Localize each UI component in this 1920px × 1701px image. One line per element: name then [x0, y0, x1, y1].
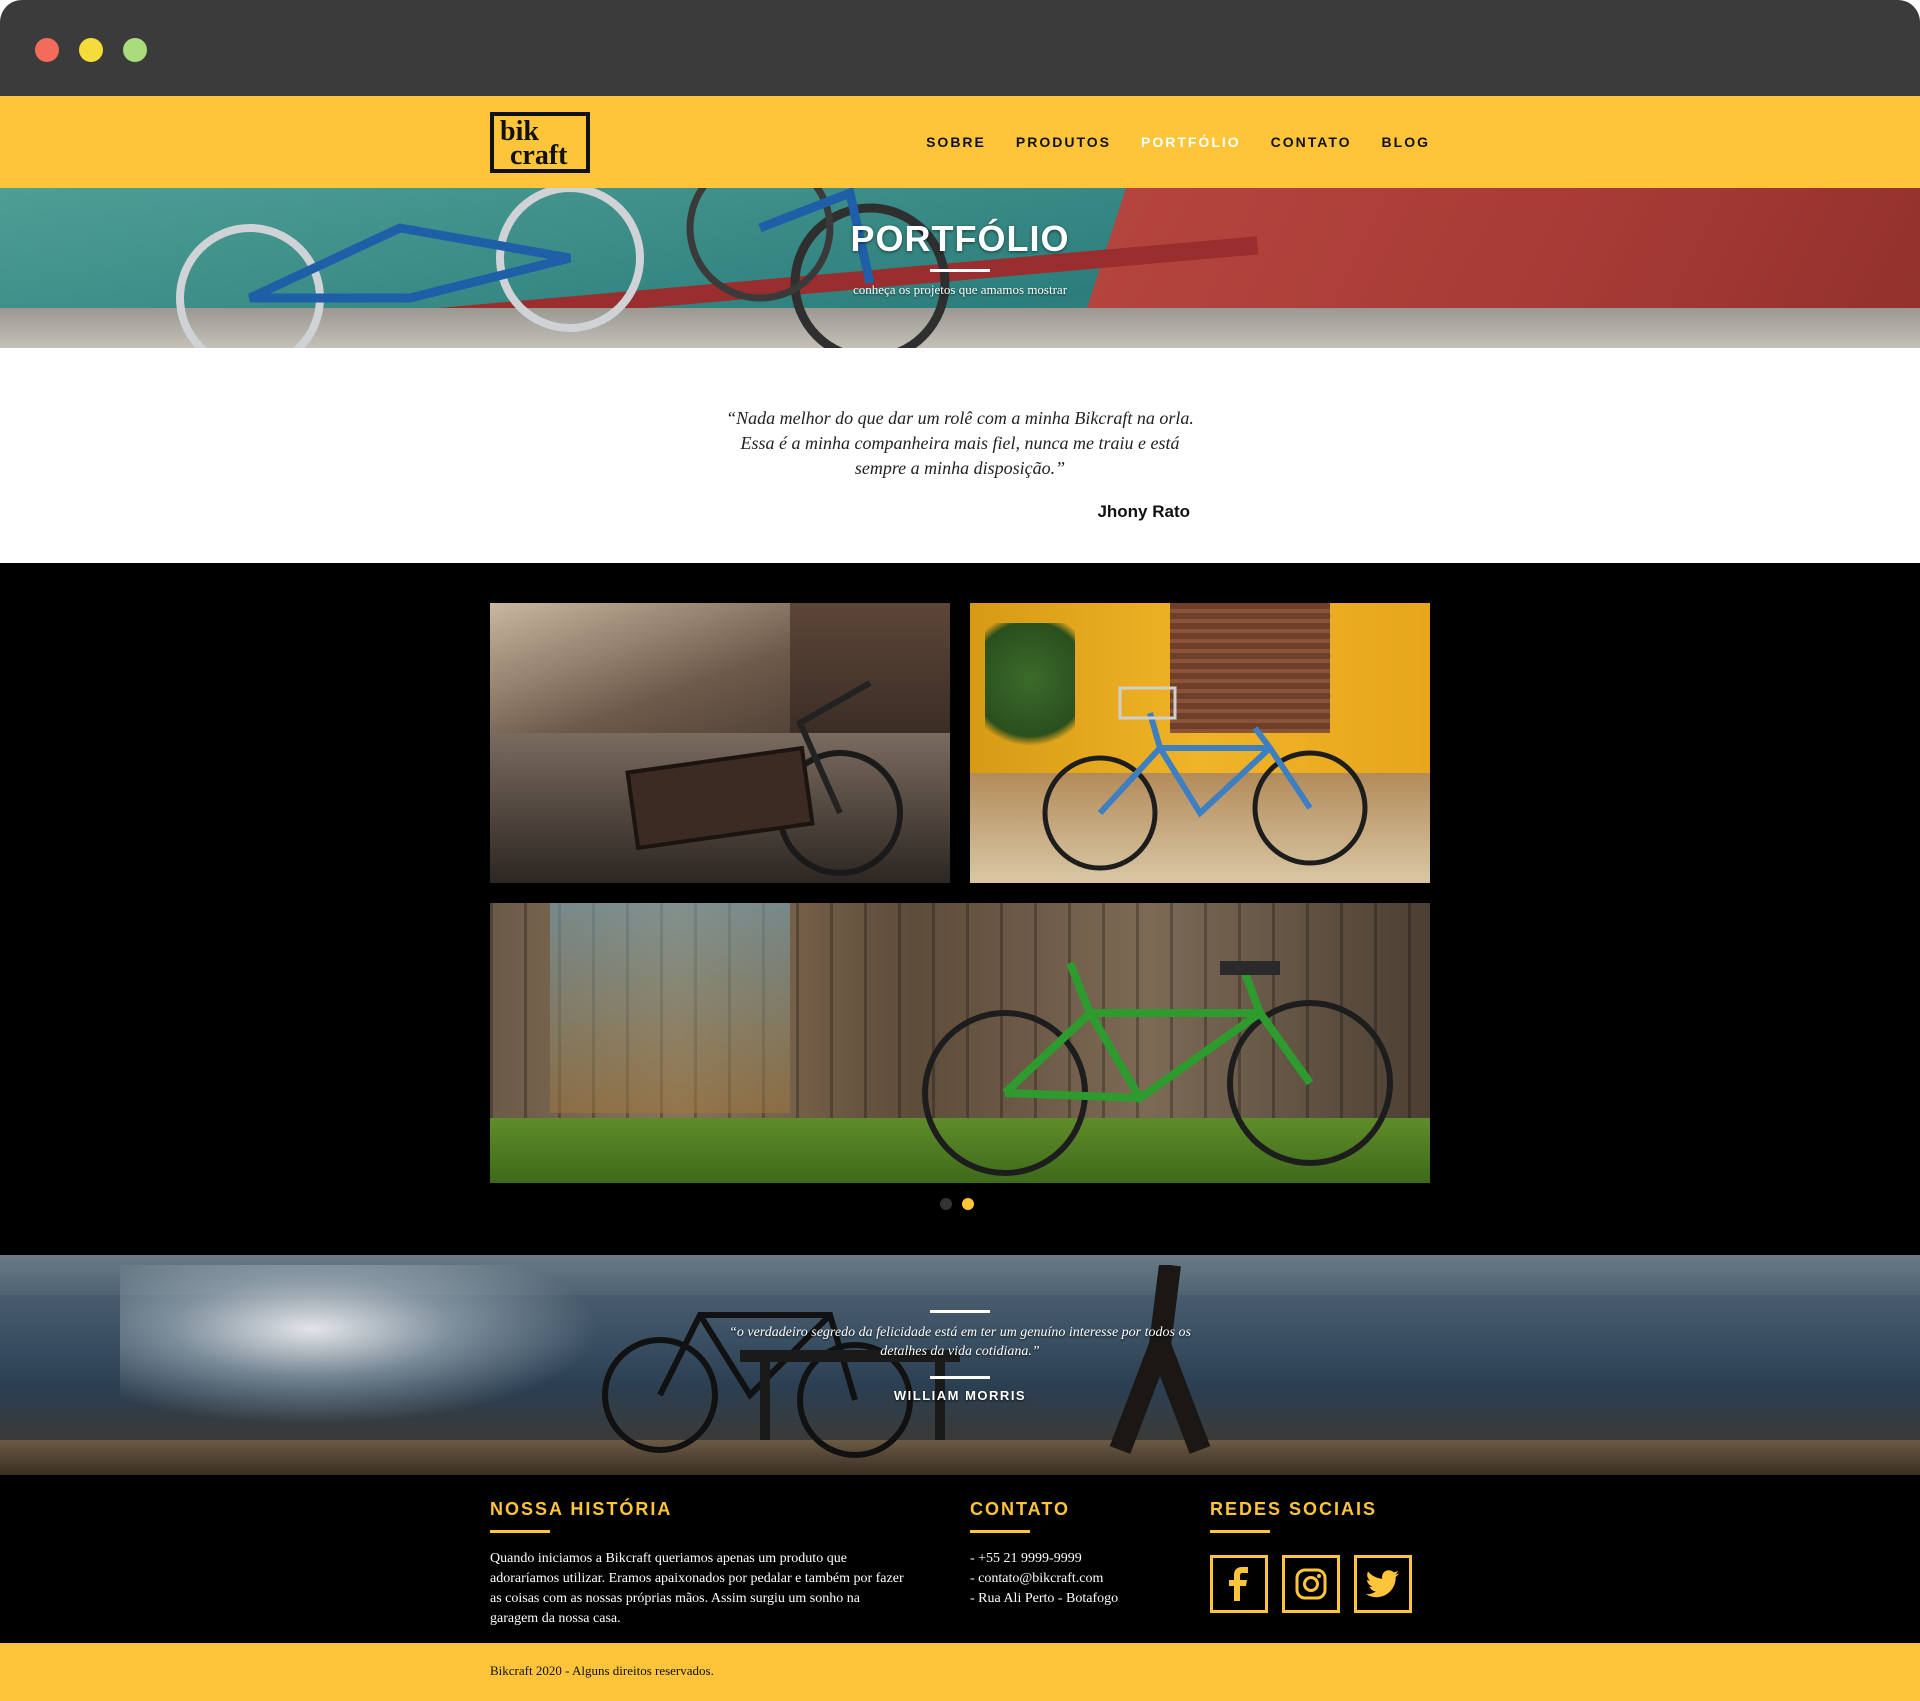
nav-contato[interactable]: CONTATO [1271, 134, 1352, 150]
instagram-icon [1295, 1568, 1327, 1600]
contact-underline [970, 1530, 1030, 1533]
contact-list: - +55 21 9999-9999 - contato@bikcraft.co… [970, 1549, 1190, 1609]
green-bike-drawing [922, 961, 1393, 1176]
nav-produtos[interactable]: PRODUTOS [1016, 134, 1111, 150]
twitter-link[interactable] [1354, 1555, 1412, 1613]
minimize-window-button[interactable] [79, 38, 103, 62]
hero-subtitle: conheça os projetos que amamos mostrar [852, 282, 1068, 297]
hero-bike-illustration [176, 188, 950, 348]
browser-titlebar [0, 0, 1920, 96]
facebook-icon [1229, 1567, 1248, 1601]
logo-line-2: craft [510, 140, 568, 171]
quote-text: “Nada melhor do que dar um rolê com a mi… [726, 408, 1194, 478]
contact-email[interactable]: - contato@bikcraft.com [970, 1569, 1190, 1589]
testimonial-text: “o verdadeiro segredo da felicidade está… [729, 1325, 1191, 1359]
copyright-text: Bikcraft 2020 - Alguns direitos reservad… [490, 1663, 714, 1678]
close-window-button[interactable] [35, 38, 59, 62]
blue-bike-drawing [1042, 686, 1368, 871]
social-title: REDES SOCIAIS [1210, 1499, 1378, 1519]
nav-portfolio[interactable]: PORTFÓLIO [1141, 134, 1241, 150]
testimonial-divider-top [930, 1310, 990, 1313]
history-underline [490, 1530, 550, 1533]
social-links [1210, 1555, 1430, 1613]
main-nav: SOBRE PRODUTOS PORTFÓLIO CONTATO BLOG [926, 96, 1430, 188]
history-title: NOSSA HISTÓRIA [490, 1499, 673, 1519]
testimonial-divider-bottom [930, 1376, 990, 1379]
maximize-window-button[interactable] [123, 38, 147, 62]
customer-quote: “Nada melhor do que dar um rolê com a mi… [0, 348, 1920, 563]
testimonial-band: “o verdadeiro segredo da felicidade está… [0, 1255, 1920, 1475]
footer-social: REDES SOCIAIS [1210, 1499, 1430, 1613]
street-bike-photo[interactable] [490, 603, 950, 883]
hero-title: PORTFÓLIO [850, 218, 1070, 259]
facebook-link[interactable] [1210, 1555, 1268, 1613]
seaside-bike-drawing [602, 1265, 1211, 1458]
footer-contact: CONTATO - +55 21 9999-9999 - contato@bik… [970, 1499, 1190, 1609]
photo-painted-planks [550, 903, 790, 1113]
history-text: Quando iniciamos a Bikcraft queriamos ap… [490, 1551, 904, 1626]
contact-phone: - +55 21 9999-9999 [970, 1551, 1082, 1566]
site-header: bik craft SOBRE PRODUTOS PORTFÓLIO CONTA… [0, 96, 1920, 188]
pager-dot-2[interactable] [962, 1198, 974, 1210]
nav-blog[interactable]: BLOG [1382, 134, 1430, 150]
contact-address: - Rua Ali Perto - Botafogo [970, 1591, 1119, 1606]
site-footer: NOSSA HISTÓRIA Quando iniciamos a Bikcra… [0, 1475, 1920, 1643]
yellow-wall-bike-photo[interactable] [970, 603, 1430, 883]
contact-title: CONTATO [970, 1499, 1070, 1519]
footer-history: NOSSA HISTÓRIA Quando iniciamos a Bikcra… [490, 1499, 910, 1629]
instagram-link[interactable] [1282, 1555, 1340, 1613]
twitter-icon [1366, 1570, 1400, 1598]
pager-dot-1[interactable] [940, 1198, 952, 1210]
portfolio-gallery [0, 563, 1920, 1255]
green-bike-fence-photo[interactable] [490, 903, 1430, 1183]
copyright-bar: Bikcraft 2020 - Alguns direitos reservad… [0, 1643, 1920, 1701]
hero-banner: PORTFÓLIO conheça os projetos que amamos… [0, 188, 1920, 348]
testimonial-author: WILLIAM MORRIS [893, 1388, 1027, 1403]
quote-author: Jhony Rato [1097, 502, 1190, 521]
nav-sobre[interactable]: SOBRE [926, 134, 986, 150]
hero-divider [930, 269, 990, 272]
bikcraft-logo[interactable]: bik craft [490, 112, 590, 173]
gallery-pager [940, 1198, 974, 1210]
social-underline [1210, 1530, 1270, 1533]
